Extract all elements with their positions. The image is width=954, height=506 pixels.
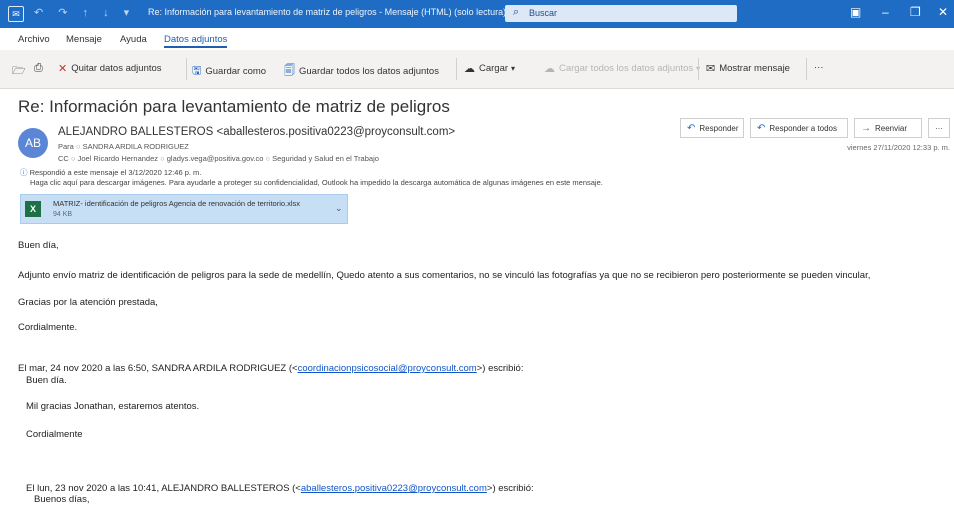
search-placeholder: Buscar — [529, 8, 558, 18]
reply-all-button[interactable]: ↶ Responder a todos — [750, 118, 848, 138]
email-subject: Re: Información para levantamiento de ma… — [18, 97, 450, 116]
save-as-label: Guardar como — [205, 66, 267, 77]
print-icon[interactable]: ⎙ — [34, 62, 47, 75]
divider — [186, 58, 187, 80]
remove-attachments-button[interactable]: ✕ Quitar datos adjuntos — [58, 62, 162, 75]
chevron-down-icon: ▾ — [511, 64, 516, 73]
menu-archivo[interactable]: Archivo — [18, 34, 50, 45]
remove-label: Quitar datos adjuntos — [71, 63, 162, 74]
body-closing: Cordialmente. — [18, 322, 78, 333]
save-all-icon: 🗐 — [284, 65, 295, 77]
upload-all-label: Cargar todos los datos adjuntos — [559, 63, 694, 74]
more-button[interactable]: ··· — [814, 62, 824, 73]
quote1-greeting: Buen día. — [26, 375, 67, 386]
quote2-suffix: >) escribió: — [486, 483, 534, 494]
quote1-email-link[interactable]: coordinacionpsicosocial@proyconsult.com — [298, 363, 477, 374]
contact-icon: ○ — [75, 142, 83, 151]
quote2-greeting: Buenos días, — [34, 494, 90, 505]
quick-access-toolbar[interactable]: ↶ ↷ ↑ ↓ ▾ — [34, 6, 135, 19]
search-icon: ⌕ — [513, 6, 520, 18]
cloud-icon: ☁ — [544, 63, 555, 75]
cc-recipient[interactable]: Seguridad y Salud en el Trabajo — [272, 154, 379, 163]
to-recipient[interactable]: SANDRA ARDILA RODRIGUEZ — [83, 142, 189, 151]
quote2-header: El lun, 23 nov 2020 a las 10:41, ALEJAND… — [26, 483, 534, 494]
contact-icon: ○ — [160, 154, 167, 163]
replied-info: Respondió a este mensaje el 3/12/2020 12… — [29, 168, 202, 177]
body-main: Adjunto envío matriz de identificación d… — [18, 270, 871, 281]
menu-bar: Archivo Mensaje Ayuda Datos adjuntos — [0, 28, 954, 50]
close-button[interactable]: ✕ — [938, 5, 948, 19]
menu-mensaje[interactable]: Mensaje — [66, 34, 102, 45]
quote1-header: El mar, 24 nov 2020 a las 6:50, SANDRA A… — [18, 363, 523, 374]
minimize-button[interactable]: – — [882, 5, 889, 19]
sender[interactable]: ALEJANDRO BALLESTEROS <aballesteros.posi… — [58, 126, 455, 138]
contact-icon: ○ — [70, 154, 78, 163]
show-message-button[interactable]: ✉ Mostrar mensaje — [706, 62, 790, 75]
quote1-suffix: >) escribió: — [476, 363, 524, 374]
upload-button[interactable]: ☁ Cargar ▾ — [464, 62, 515, 75]
cc-label: CC — [58, 154, 69, 163]
cc-recipient[interactable]: Joel Ricardo Hernandez — [78, 154, 158, 163]
forward-label: Reenviar — [875, 123, 908, 133]
maximize-button[interactable]: ❐ — [910, 5, 921, 19]
reply-label: Responder — [699, 123, 739, 133]
info-bar[interactable]: ⓘ Respondió a este mensaje el 3/12/2020 … — [20, 167, 201, 178]
save-all-button[interactable]: 🗐 Guardar todos los datos adjuntos — [284, 62, 439, 81]
reply-button[interactable]: ↶ Responder — [680, 118, 744, 138]
quote1-closing: Cordialmente — [26, 429, 83, 440]
upload-label: Cargar — [479, 63, 509, 74]
forward-button[interactable]: → Reenviar — [854, 118, 922, 138]
title-bar: ✉ ↶ ↷ ↑ ↓ ▾ Re: Información para levanta… — [0, 0, 954, 28]
quote2-email-link[interactable]: aballesteros.positiva0223@proyconsult.co… — [301, 483, 487, 494]
quote1-prefix: El mar, 24 nov 2020 a las 6:50, SANDRA A… — [18, 363, 298, 374]
reply-icon: ↶ — [687, 122, 696, 134]
cc-recipient[interactable]: gladys.vega@positiva.gov.co — [167, 154, 264, 163]
divider — [456, 58, 457, 80]
attachment-name: MATRIZ- identificación de peligros Agenc… — [53, 199, 301, 208]
open-icon[interactable]: 🗁 — [12, 62, 30, 81]
divider — [698, 58, 699, 80]
info-icon: ⓘ — [20, 168, 28, 177]
images-info[interactable]: Haga clic aquí para descargar imágenes. … — [30, 178, 603, 187]
menu-datos-adjuntos[interactable]: Datos adjuntos — [164, 34, 228, 48]
avatar[interactable]: AB — [18, 128, 48, 158]
menu-ayuda[interactable]: Ayuda — [120, 34, 147, 45]
close-icon: ✕ — [58, 63, 68, 75]
ribbon-display-icon[interactable]: ▣ — [850, 5, 861, 19]
upload-all-button[interactable]: ☁Cargar todos los datos adjuntos▾ — [544, 62, 700, 75]
message-icon: ✉ — [706, 63, 716, 75]
cc-line: CC ○ Joel Ricardo Hernandez ○ gladys.veg… — [58, 154, 379, 163]
body-thanks: Gracias por la atención prestada, — [18, 297, 158, 308]
window-title: Re: Información para levantamiento de ma… — [148, 7, 507, 17]
divider — [806, 58, 807, 80]
quote2-prefix: El lun, 23 nov 2020 a las 10:41, ALEJAND… — [26, 483, 301, 494]
show-message-label: Mostrar mensaje — [719, 63, 790, 74]
save-as-button[interactable]: 🖫 Guardar como — [192, 62, 266, 81]
excel-icon: X — [25, 201, 41, 217]
to-line: Para ○ SANDRA ARDILA RODRIGUEZ — [58, 142, 189, 151]
reply-all-label: Responder a todos — [769, 123, 837, 133]
save-all-label: Guardar todos los datos adjuntos — [299, 66, 439, 77]
chevron-down-icon[interactable]: ⌄ — [335, 203, 343, 214]
quote1-body: Mil gracias Jonathan, estaremos atentos. — [26, 401, 200, 412]
body-greeting: Buen día, — [18, 240, 59, 251]
more-actions-button[interactable]: ··· — [928, 118, 950, 138]
attachment-card[interactable]: X MATRIZ- identificación de peligros Age… — [20, 194, 348, 224]
ribbon: 🗁 ⎙ ✕ Quitar datos adjuntos 🖫 Guardar como… — [0, 50, 954, 89]
to-label: Para — [58, 142, 74, 151]
attachment-size: 94 KB — [53, 211, 73, 218]
forward-icon: → — [861, 122, 871, 134]
outlook-icon[interactable]: ✉ — [8, 6, 24, 22]
save-icon: 🖫 — [192, 65, 202, 77]
email-date: viernes 27/11/2020 12:33 p. m. — [847, 143, 950, 152]
reply-all-icon: ↶ — [757, 122, 766, 134]
cloud-icon: ☁ — [464, 63, 475, 75]
search-box[interactable]: ⌕ Buscar — [505, 5, 737, 22]
